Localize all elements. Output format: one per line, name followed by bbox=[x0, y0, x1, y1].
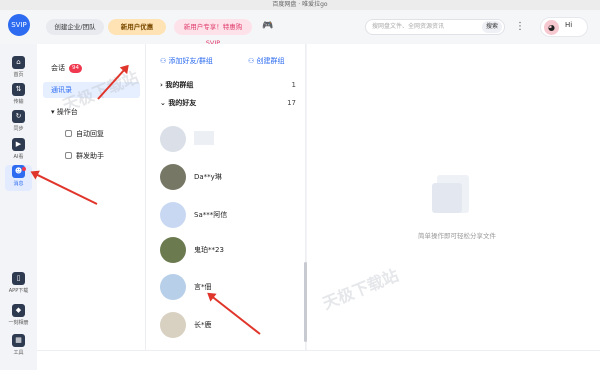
friend-item[interactable]: 言*佃 bbox=[160, 274, 300, 304]
nav-label: 消息 bbox=[13, 181, 24, 187]
friend-name: 鬼珀**23 bbox=[194, 246, 224, 254]
my-groups-count: 1 bbox=[291, 81, 296, 89]
more-menu-icon[interactable]: ⋮ bbox=[513, 20, 527, 34]
left-nav: ⌂ 首页 ⇅ 传输 ↻ 同步 ▶ AI看 ☻ 消息 ▯ APP下载 ◆ 一刻相册… bbox=[0, 44, 37, 370]
transfer-icon: ⇅ bbox=[12, 83, 25, 96]
friend-item[interactable] bbox=[160, 126, 300, 156]
nav-label: APP下载 bbox=[8, 288, 29, 294]
home-icon: ⌂ bbox=[12, 56, 25, 69]
add-friend-label: 添加好友/群组 bbox=[168, 57, 213, 65]
friend-item[interactable]: Da**y琳 bbox=[160, 164, 300, 194]
friend-name: 长*鹿 bbox=[194, 321, 212, 329]
window-title: 百度网盘 · 唯爱拉go bbox=[0, 0, 600, 10]
workbench-toggle[interactable]: ▾ 操作台 bbox=[43, 104, 140, 120]
auto-reply-item[interactable]: 自动回复 bbox=[43, 126, 140, 142]
my-groups-label: 我的群组 bbox=[165, 81, 194, 89]
create-enterprise-button[interactable]: 创建企业/团队 bbox=[46, 19, 104, 35]
avatar bbox=[160, 237, 186, 263]
friend-name-placeholder bbox=[194, 131, 214, 145]
nav-ai[interactable]: ▶ AI看 bbox=[5, 138, 32, 164]
svip-logo[interactable]: SVIP bbox=[8, 14, 30, 36]
nav-label: 首页 bbox=[13, 72, 24, 78]
friend-item[interactable]: 长*鹿 bbox=[160, 312, 300, 342]
ai-icon: ▶ bbox=[12, 138, 25, 151]
search-placeholder: 搜网盘文件、全网资源资讯 bbox=[372, 23, 445, 30]
bottom-bar bbox=[37, 350, 600, 370]
unread-badge: 94 bbox=[69, 63, 82, 73]
nav-transfer[interactable]: ⇅ 传输 bbox=[5, 83, 32, 109]
friend-name: Sa***阿信 bbox=[194, 211, 228, 219]
empty-state-text: 简单操作即可轻松分享文件 bbox=[418, 232, 496, 240]
nav-tools[interactable]: ▦ 工具 bbox=[5, 334, 32, 360]
auto-reply-label: 自动回复 bbox=[76, 130, 104, 138]
gamepad-icon[interactable]: 🎮 bbox=[262, 21, 273, 31]
avatar bbox=[160, 202, 186, 228]
avatar bbox=[160, 312, 186, 338]
new-user-offer-button[interactable]: 新用户优惠 bbox=[108, 19, 166, 35]
nav-label: AI看 bbox=[13, 154, 24, 160]
nav-label: 同步 bbox=[13, 126, 24, 132]
add-friend-button[interactable]: ⚇ 添加好友/群组 bbox=[160, 56, 213, 66]
nav-album[interactable]: ◆ 一刻相册 bbox=[5, 304, 32, 330]
create-group-label: 创建群组 bbox=[256, 57, 285, 65]
svip-promo-button[interactable]: 新用户专享！特惠购SVIP bbox=[174, 19, 252, 47]
friend-item[interactable]: 鬼珀**23 bbox=[160, 237, 300, 267]
search-input[interactable]: 搜网盘文件、全网资源资讯 搜索 bbox=[365, 19, 505, 35]
nav-label: 一刻相册 bbox=[8, 320, 29, 326]
nav-home[interactable]: ⌂ 首页 bbox=[5, 56, 32, 82]
create-group-button[interactable]: ⚇ 创建群组 bbox=[248, 56, 285, 66]
nav-sync[interactable]: ↻ 同步 bbox=[5, 110, 32, 136]
friend-name: Da**y琳 bbox=[194, 173, 222, 181]
avatar bbox=[160, 126, 186, 152]
top-header: SVIP 创建企业/团队 新用户优惠 新用户专享！特惠购SVIP 🎮 搜网盘文件… bbox=[0, 10, 600, 47]
avatar bbox=[160, 274, 186, 300]
my-friends-count: 17 bbox=[287, 99, 296, 107]
nav-label: 工具 bbox=[13, 350, 24, 356]
add-user-icon: ⚇ bbox=[160, 57, 169, 65]
nav-messages[interactable]: ☻ 消息 bbox=[5, 165, 32, 191]
avatar: ◕ bbox=[544, 20, 559, 35]
user-profile-button[interactable]: ◕ Hi bbox=[540, 17, 588, 37]
group-assistant-icon bbox=[65, 152, 72, 159]
group-icon: ⚇ bbox=[248, 57, 257, 65]
search-button[interactable]: 搜索 bbox=[481, 21, 502, 33]
group-assistant-label: 群发助手 bbox=[76, 152, 104, 160]
avatar bbox=[160, 164, 186, 190]
group-assistant-item[interactable]: 群发助手 bbox=[43, 148, 140, 164]
phone-icon: ▯ bbox=[12, 272, 25, 285]
greeting: Hi bbox=[565, 21, 573, 29]
empty-folder-icon bbox=[432, 171, 472, 217]
friend-item[interactable]: Sa***阿信 bbox=[160, 202, 300, 232]
nav-app-download[interactable]: ▯ APP下载 bbox=[5, 272, 32, 298]
my-friends-label: 我的好友 bbox=[168, 99, 197, 107]
album-icon: ◆ bbox=[12, 304, 25, 317]
my-friends-header[interactable]: ⌄ 我的好友 17 bbox=[160, 96, 296, 110]
tools-icon: ▦ bbox=[12, 334, 25, 347]
contacts-panel: ⚇ 添加好友/群组 ⚇ 创建群组 › 我的群组 1 ⌄ 我的好友 17 Da**… bbox=[146, 44, 306, 350]
chat-label: 会话 bbox=[51, 64, 65, 72]
notification-dot bbox=[22, 167, 26, 171]
auto-reply-icon bbox=[65, 130, 72, 137]
sync-icon: ↻ bbox=[12, 110, 25, 123]
nav-label: 传输 bbox=[13, 99, 24, 105]
my-groups-header[interactable]: › 我的群组 1 bbox=[160, 78, 296, 92]
